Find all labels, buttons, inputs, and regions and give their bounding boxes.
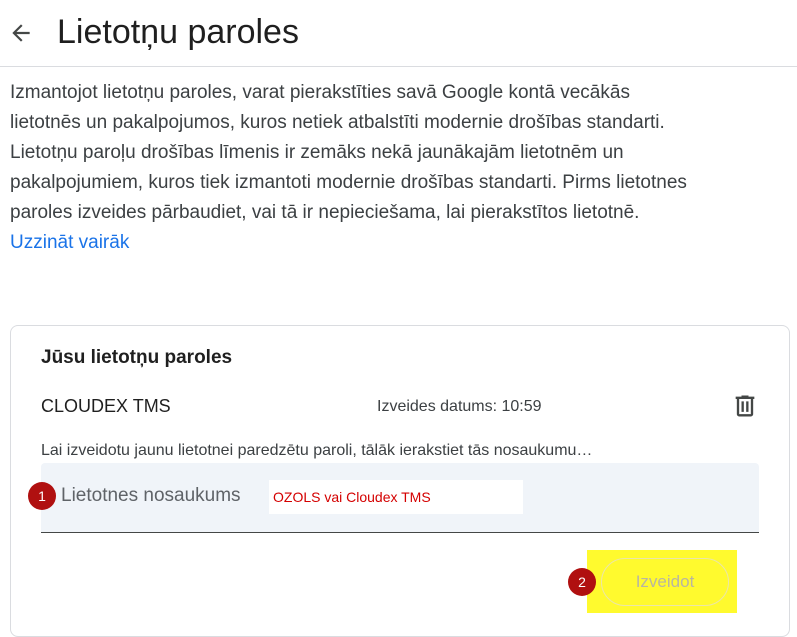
page-title: Lietotņu paroles (57, 13, 299, 51)
delete-icon[interactable] (731, 392, 759, 420)
header-divider (0, 66, 797, 67)
create-button[interactable]: Izveidot (601, 558, 729, 606)
app-password-created: Izveides datums: 10:59 (377, 398, 542, 415)
step-2-badge: 2 (568, 568, 596, 596)
page-header: Lietotņu paroles (0, 0, 797, 66)
step-1-badge: 1 (28, 482, 56, 510)
arrow-back-icon[interactable] (8, 20, 34, 46)
app-name-label: Lietotnes nosaukums (61, 485, 241, 506)
learn-more-link[interactable]: Uzzināt vairāk (10, 232, 129, 253)
card-title: Jūsu lietotņu paroles (41, 347, 233, 368)
create-hint: Lai izveidotu jaunu lietotnei paredzētu … (41, 442, 593, 459)
app-name-input[interactable] (269, 480, 523, 514)
intro-paragraph-1: Izmantojot lietotņu paroles, varat piera… (10, 82, 665, 133)
app-passwords-card: Jūsu lietotņu paroles CLOUDEX TMS Izveid… (10, 325, 790, 637)
app-password-name: CLOUDEX TMS (41, 396, 171, 416)
intro-paragraph-2: Lietotņu paroļu drošības līmenis ir zemā… (10, 142, 687, 223)
intro-text: Izmantojot lietotņu paroles, varat piera… (10, 78, 700, 258)
app-name-field[interactable]: Lietotnes nosaukums (41, 463, 759, 533)
